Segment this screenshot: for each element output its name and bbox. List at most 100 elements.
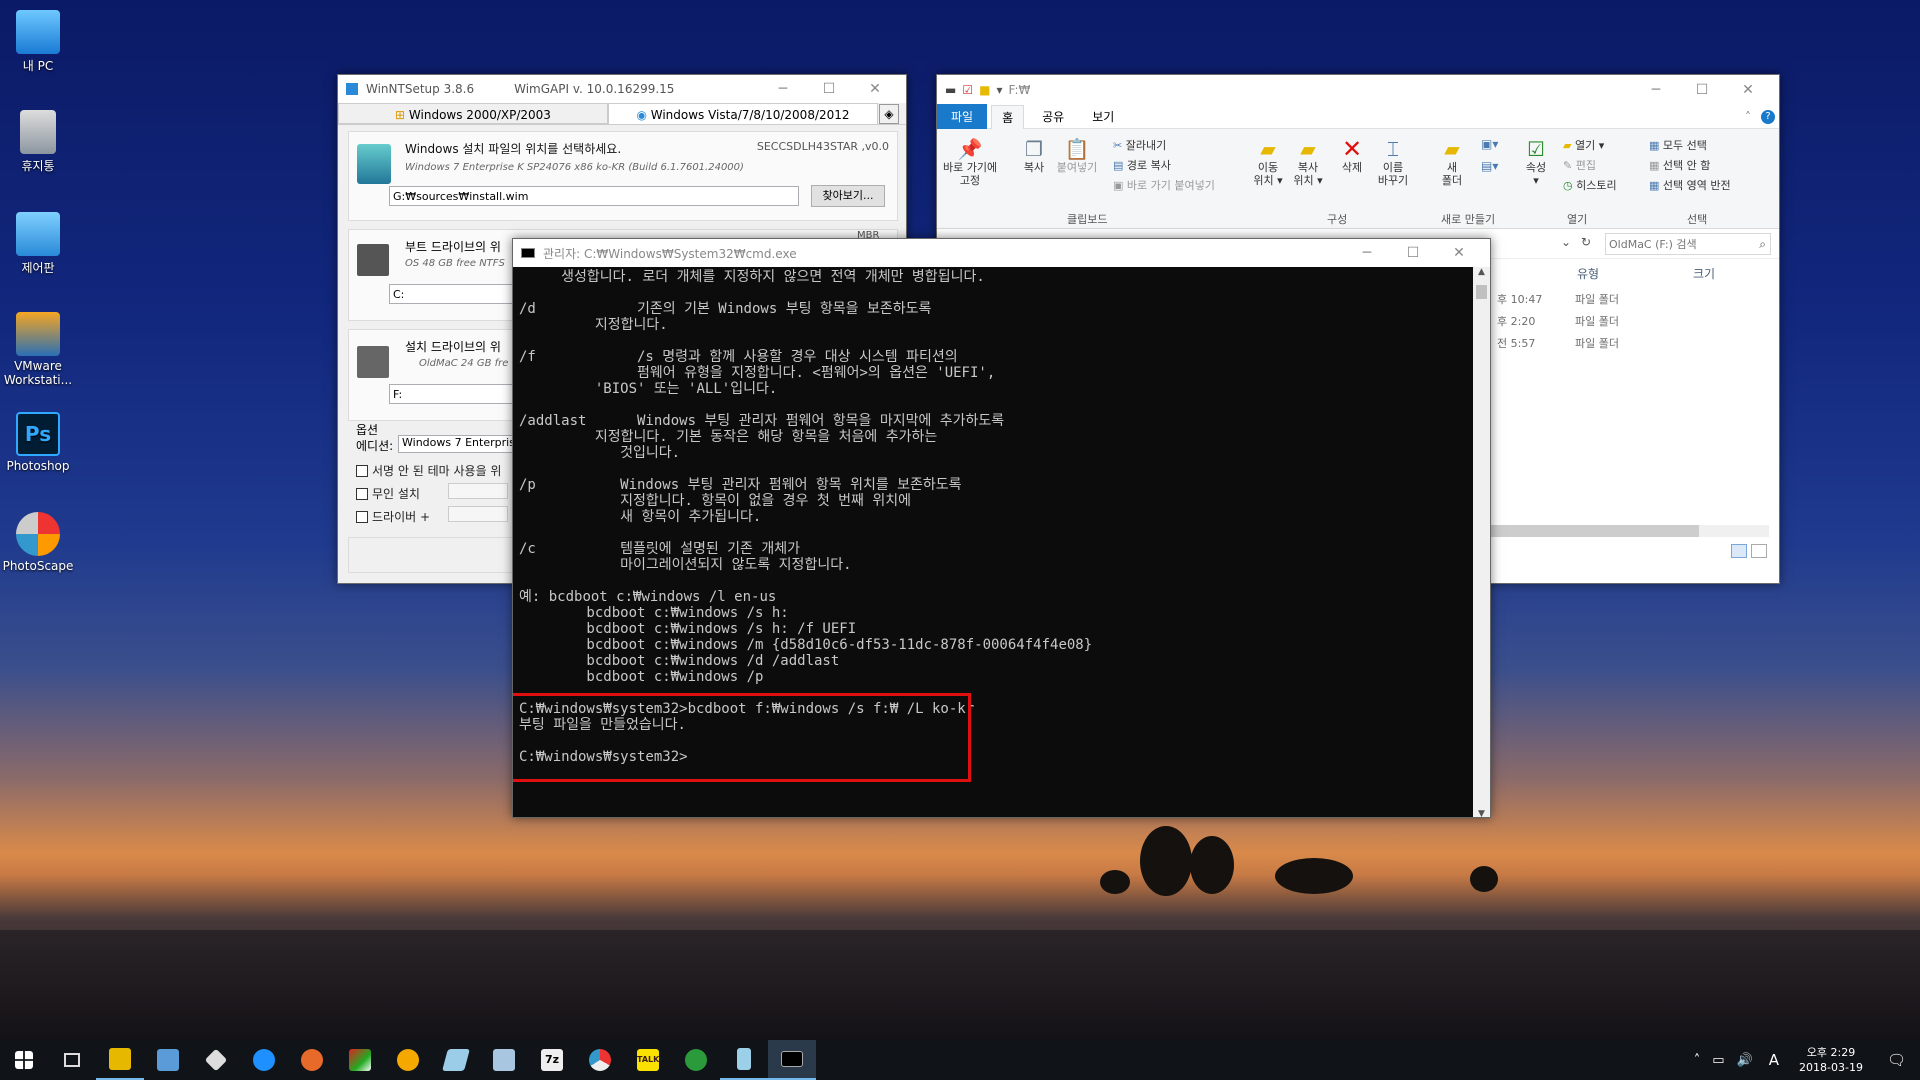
- column-size[interactable]: 크기: [1693, 265, 1715, 282]
- edit-button[interactable]: ✎ 편집: [1563, 157, 1596, 173]
- task-view-button[interactable]: [48, 1040, 96, 1080]
- search-box[interactable]: ⌕: [1605, 233, 1771, 255]
- taskbar-app-triangle[interactable]: [384, 1040, 432, 1080]
- desktop-icon-vmware[interactable]: VMware Workstati...: [0, 312, 76, 387]
- search-input[interactable]: [1606, 234, 1746, 254]
- desktop-icon-this-pc[interactable]: 내 PC: [0, 10, 76, 74]
- browse-button[interactable]: 찾아보기...: [811, 185, 885, 207]
- minimize-button[interactable]: ─: [760, 81, 806, 97]
- unattend-path-field[interactable]: [448, 483, 508, 499]
- copy-button[interactable]: ❐ 복사: [1017, 137, 1051, 174]
- tab-windows-vista[interactable]: ◉ Windows Vista/7/8/10/2008/2012: [608, 103, 878, 124]
- delete-button[interactable]: ✕ 삭제: [1337, 137, 1367, 174]
- close-button[interactable]: ✕: [1436, 245, 1482, 261]
- minimize-button[interactable]: ─: [1633, 82, 1679, 98]
- desktop-icon-control-panel[interactable]: 제어판: [0, 212, 76, 276]
- move-to-button[interactable]: ▰ 이동 위치 ▾: [1251, 137, 1285, 187]
- taskbar-app-diamond[interactable]: [192, 1040, 240, 1080]
- taskbar-network[interactable]: [144, 1040, 192, 1080]
- driver-path-field[interactable]: [448, 506, 508, 522]
- title-bar[interactable]: ▬ ☑ ■ ▾ F:₩ ─ ☐ ✕: [937, 75, 1779, 105]
- scroll-down-icon[interactable]: ▼: [1473, 809, 1490, 817]
- refresh-icon[interactable]: ↻: [1581, 235, 1591, 249]
- tab-windows-xp[interactable]: ⊞ Windows 2000/XP/2003: [338, 103, 608, 124]
- ribbon-collapse-icon[interactable]: ˄: [1745, 110, 1751, 124]
- new-folder-button[interactable]: ▰ 새 폴더: [1437, 137, 1467, 187]
- quick-access-properties-icon[interactable]: ☑: [962, 83, 973, 97]
- taskbar-explorer[interactable]: [96, 1040, 144, 1080]
- scroll-up-icon[interactable]: ▲: [1473, 267, 1490, 277]
- close-button[interactable]: ✕: [1725, 82, 1771, 98]
- large-icons-view-icon[interactable]: [1751, 544, 1767, 558]
- select-none-button[interactable]: ▦ 선택 안 함: [1649, 157, 1710, 173]
- rename-button[interactable]: ⌶ 이름 바꾸기: [1373, 137, 1413, 187]
- select-all-button[interactable]: ▦ 모두 선택: [1649, 137, 1707, 153]
- maximize-button[interactable]: ☐: [1390, 245, 1436, 261]
- taskbar-app-box[interactable]: [480, 1040, 528, 1080]
- settings-icon[interactable]: ◈: [879, 104, 899, 124]
- taskbar-ie[interactable]: [240, 1040, 288, 1080]
- install-drive-input[interactable]: [389, 384, 529, 404]
- pin-quick-access-button[interactable]: 📌 바로 가기에 고정: [943, 137, 997, 187]
- maximize-button[interactable]: ☐: [806, 81, 852, 97]
- horizontal-scrollbar[interactable]: [1489, 525, 1769, 537]
- taskbar-7zip[interactable]: 7z: [528, 1040, 576, 1080]
- tray-expand-icon[interactable]: ˄: [1694, 1053, 1701, 1068]
- desktop-icon-photoshop[interactable]: Ps Photoshop: [0, 412, 76, 473]
- drivers-checkbox[interactable]: 드라이버 +: [356, 508, 430, 525]
- taskbar-kakaotalk[interactable]: TALK: [624, 1040, 672, 1080]
- title-bar[interactable]: 관리자: C:₩Windows₩System32₩cmd.exe ─ ☐ ✕: [513, 239, 1490, 267]
- desktop-icon-photoscape[interactable]: PhotoScape: [0, 512, 76, 573]
- cut-button[interactable]: ✂ 잘라내기: [1113, 137, 1166, 153]
- scrollbar-thumb[interactable]: [1489, 525, 1699, 537]
- paste-shortcut-button[interactable]: ▣ 바로 가기 붙여넣기: [1113, 177, 1215, 193]
- details-view-icon[interactable]: [1731, 544, 1747, 558]
- taskbar-app-cube[interactable]: [336, 1040, 384, 1080]
- easy-access-icon[interactable]: ▤▾: [1481, 159, 1498, 173]
- list-item[interactable]: 전 5:57 파일 폴더: [1497, 335, 1619, 351]
- invert-selection-button[interactable]: ▦ 선택 영역 반전: [1649, 177, 1731, 193]
- tab-home[interactable]: 홈: [991, 104, 1025, 129]
- boot-drive-input[interactable]: [389, 284, 529, 304]
- unsigned-theme-checkbox[interactable]: 서명 안 된 테마 사용을 위: [356, 462, 501, 479]
- maximize-button[interactable]: ☐: [1679, 82, 1725, 98]
- ime-indicator[interactable]: A: [1769, 1051, 1779, 1069]
- column-type[interactable]: 유형: [1577, 265, 1599, 282]
- title-bar[interactable]: WinNTSetup 3.8.6 WimGAPI v. 10.0.16299.1…: [338, 75, 906, 103]
- taskbar-utorrent[interactable]: [672, 1040, 720, 1080]
- cmd-window[interactable]: 관리자: C:₩Windows₩System32₩cmd.exe ─ ☐ ✕ 생성합…: [512, 238, 1491, 818]
- scrollbar-thumb[interactable]: [1476, 285, 1487, 299]
- taskbar-photoscape[interactable]: [576, 1040, 624, 1080]
- properties-button[interactable]: ☑ 속성 ▾: [1521, 137, 1551, 187]
- search-icon[interactable]: ⌕: [1759, 237, 1766, 252]
- close-button[interactable]: ✕: [852, 81, 898, 97]
- quick-access-folder-icon[interactable]: ■: [979, 83, 990, 97]
- tab-share[interactable]: 공유: [1032, 105, 1074, 128]
- volume-icon[interactable]: 🔊: [1737, 1053, 1753, 1068]
- open-button[interactable]: ▰ 열기 ▾: [1563, 137, 1604, 153]
- list-item[interactable]: 후 2:20 파일 폴더: [1497, 313, 1619, 329]
- desktop-icon-recycle-bin[interactable]: 휴지통: [0, 110, 76, 174]
- taskbar-winntsetup[interactable]: [720, 1040, 768, 1080]
- edition-select[interactable]: Windows 7 Enterpris: [398, 435, 528, 453]
- taskbar-app-gear[interactable]: [288, 1040, 336, 1080]
- taskbar-cmd[interactable]: [768, 1040, 816, 1080]
- tab-file[interactable]: 파일: [937, 104, 988, 129]
- copy-to-button[interactable]: ▰ 복사 위치 ▾: [1291, 137, 1325, 187]
- tab-view[interactable]: 보기: [1082, 105, 1124, 128]
- quick-access-dropdown-icon[interactable]: ▾: [996, 83, 1002, 97]
- history-button[interactable]: ◷ 히스토리: [1563, 177, 1617, 193]
- paste-button[interactable]: 📋 붙여넣기: [1055, 137, 1099, 174]
- new-item-icon[interactable]: ▣▾: [1481, 137, 1498, 151]
- network-status-icon[interactable]: ▭: [1712, 1053, 1724, 1068]
- help-icon[interactable]: ?: [1761, 109, 1775, 124]
- vertical-scrollbar[interactable]: ▲ ▼: [1473, 267, 1490, 817]
- taskbar-app-notes[interactable]: [432, 1040, 480, 1080]
- clock[interactable]: 오후 2:29 2018-03-19: [1799, 1045, 1863, 1075]
- unattended-checkbox[interactable]: 무인 설치: [356, 485, 420, 502]
- copy-path-button[interactable]: ▤ 경로 복사: [1113, 157, 1171, 173]
- list-item[interactable]: 후 10:47 파일 폴더: [1497, 291, 1619, 307]
- minimize-button[interactable]: ─: [1344, 245, 1390, 261]
- notification-icon[interactable]: 🗨: [1887, 1051, 1906, 1069]
- source-path-input[interactable]: [389, 186, 799, 206]
